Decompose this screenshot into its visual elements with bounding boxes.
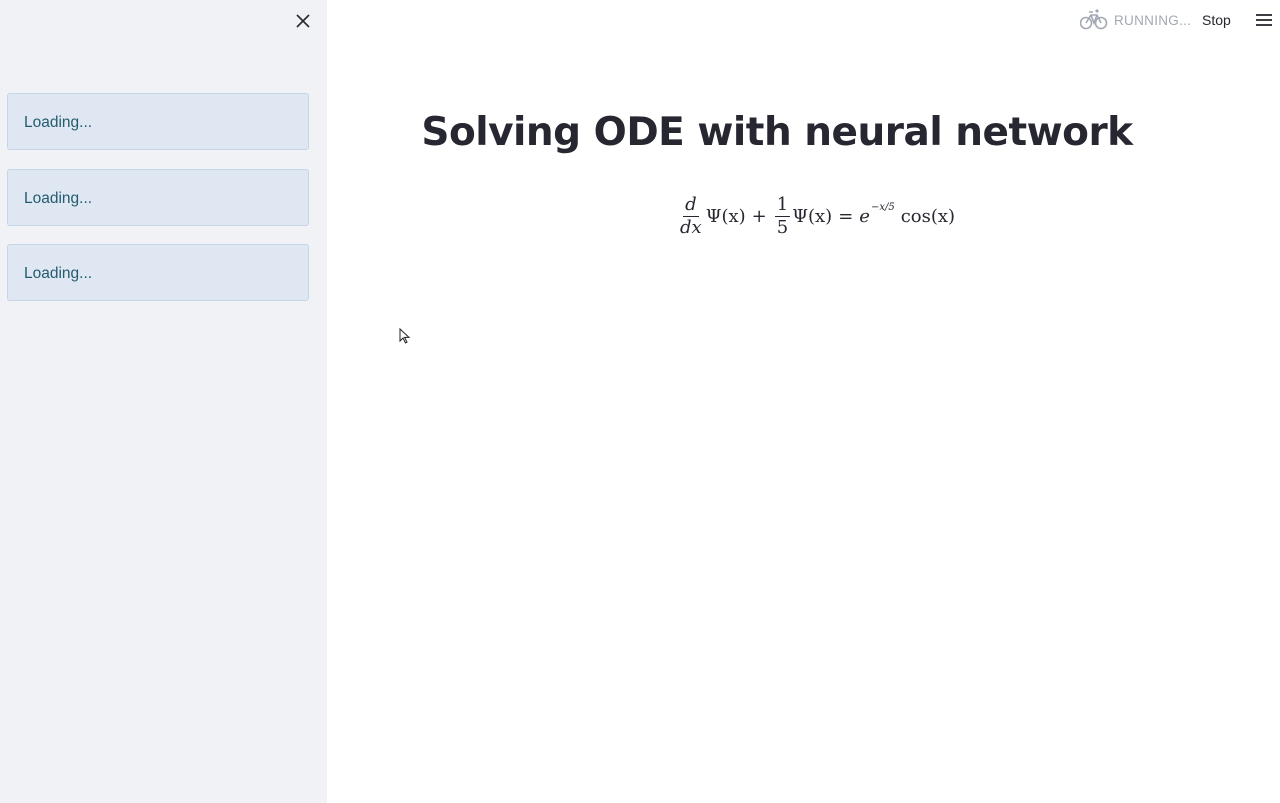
loading-placeholder-1: Loading... <box>7 93 309 150</box>
status-text: RUNNING... <box>1114 12 1192 28</box>
bicycle-icon <box>1079 7 1114 34</box>
psi-term: Ψ(x) <box>705 205 746 227</box>
fraction-denominator: 5 <box>776 216 789 238</box>
fraction-numerator: d <box>683 193 699 217</box>
page-title: Solving ODE with neural network <box>421 110 1133 155</box>
exp-exponent: −x/5 <box>870 201 895 213</box>
sidebar: Loading... Loading... Loading... <box>0 0 327 803</box>
loading-placeholder-3: Loading... <box>7 244 309 301</box>
cos-term: cos(x) <box>900 205 956 227</box>
fraction-denominator: dx <box>680 216 702 238</box>
loading-placeholder-2: Loading... <box>7 169 309 226</box>
coefficient-fraction: 1 5 <box>774 193 791 239</box>
ode-equation: d dx Ψ(x) + 1 5 Ψ(x) = e −x/5 cos(x) <box>676 190 955 242</box>
plus-sign: + <box>751 205 767 227</box>
stop-button[interactable]: Stop <box>1196 8 1237 32</box>
hamburger-menu-icon[interactable] <box>1254 10 1274 30</box>
derivative-fraction: d dx <box>678 194 704 239</box>
psi-term: Ψ(x) <box>792 205 833 227</box>
running-status: RUNNING... <box>1079 7 1192 34</box>
exp-base: e <box>859 205 870 227</box>
fraction-numerator: 1 <box>774 193 791 217</box>
mouse-cursor-icon <box>399 327 411 344</box>
equals-sign: = <box>838 205 854 227</box>
close-icon[interactable] <box>292 10 314 32</box>
